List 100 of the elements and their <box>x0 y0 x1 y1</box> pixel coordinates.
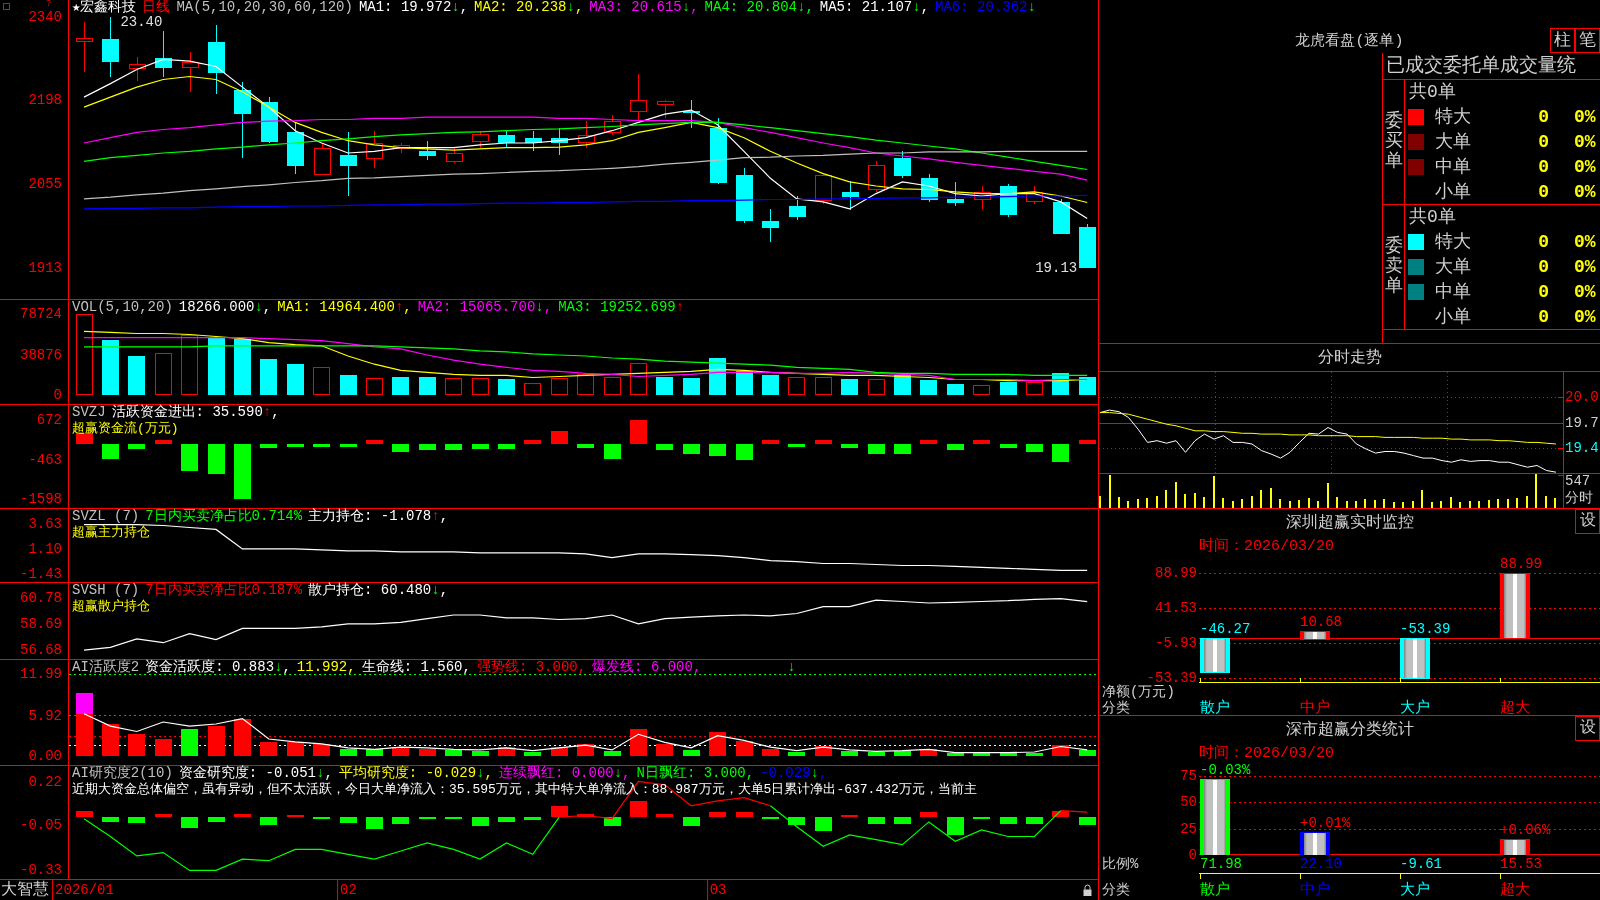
axis-label: -5.93 <box>1155 635 1197 650</box>
indicator-readout: 主力持仓: -1.078↑, <box>308 509 449 523</box>
group-label: 委卖单 <box>1384 237 1403 297</box>
axis-label: -1.43 <box>20 566 62 581</box>
value-label: 15.53 <box>1500 856 1542 872</box>
order-size-label: 大单 <box>1434 131 1471 152</box>
order-count: 0 <box>1538 156 1549 177</box>
date-label: 2026/01 <box>52 880 114 900</box>
timestamp: 时间：2026/03/20 <box>1199 539 1334 555</box>
axis-label: 0.00 <box>28 749 62 764</box>
order-percent: 0% <box>1574 181 1596 202</box>
axis-label: 78724 <box>20 307 62 322</box>
indicator-readout: 平均研究度: -0.029↓, <box>338 766 493 780</box>
indicator-readout: SVZJ <box>72 405 106 419</box>
order-size-label: 中单 <box>1434 281 1471 302</box>
value-label: 88.99 <box>1500 557 1542 571</box>
axis-label: 41.53 <box>1155 600 1197 615</box>
group-label: 委买单 <box>1384 112 1403 172</box>
axis-label: 672 <box>36 413 62 428</box>
axis-label: 88.99 <box>1155 566 1197 580</box>
order-percent: 0% <box>1574 281 1596 302</box>
change-label: +0.01% <box>1300 815 1351 830</box>
order-size-label: 中单 <box>1434 156 1471 177</box>
axis-title: 分时 <box>1565 491 1593 505</box>
indicator-readout: MA(5,10,20,30,60,120) <box>176 0 353 14</box>
indicator-readout: MA2: 20.238↓, <box>474 0 584 14</box>
axis-label: 2340 <box>28 9 62 24</box>
order-size-label: 大单 <box>1434 256 1471 277</box>
axis-label: 5.92 <box>28 708 62 723</box>
order-count: 0 <box>1538 231 1549 252</box>
panel-title: 分时走势 <box>1317 347 1382 368</box>
indicator-readout: VOL(5,10,20) <box>72 300 173 314</box>
price-label: 19.13 <box>1035 260 1078 275</box>
indicator-readout: AI研究度2(10) <box>72 766 173 780</box>
category-label: 超大 <box>1500 699 1530 717</box>
axis-label: 19.7 <box>1565 415 1599 430</box>
category-label: 散户 <box>1200 699 1230 717</box>
value-label: 71.98 <box>1200 856 1242 872</box>
indicator-readout: MA1: 19.972↓, <box>358 0 469 14</box>
axis-label: 0 <box>53 387 62 402</box>
value-label: -9.61 <box>1400 856 1442 872</box>
indicator-readout: MA6: 20.362↓ <box>935 0 1036 14</box>
axis-label: 1913 <box>28 260 62 275</box>
order-percent: 0% <box>1574 156 1596 177</box>
axis-label: 2198 <box>28 93 62 108</box>
axis-label: 11.99 <box>20 667 62 682</box>
indicator-readout: 爆发线: 6.000, <box>592 660 702 674</box>
order-percent: 0% <box>1574 256 1596 277</box>
axis-title: 分类 <box>1102 699 1130 716</box>
axis-label: 56.68 <box>20 643 62 658</box>
indicator-caption: 超赢主力持仓 <box>72 526 150 540</box>
order-count: 0 <box>1538 181 1549 202</box>
axis-title: 比例% <box>1102 856 1139 872</box>
axis-label: -0.05 <box>20 818 62 833</box>
indicator-readout: 生命线: 1.560, <box>361 660 471 674</box>
category-label: 中户 <box>1300 881 1330 899</box>
order-size-label: 特大 <box>1434 231 1471 252</box>
axis-label: 19.4 <box>1565 441 1599 456</box>
help-mark: ? <box>46 0 52 9</box>
brand-label: 大智慧 <box>1 881 49 899</box>
axis-label: 25 <box>1180 821 1197 836</box>
axis-label: 1.10 <box>28 541 62 556</box>
axis-label: 2055 <box>28 177 62 192</box>
indicator-readout: MA1: 14964.400↑, <box>277 300 412 314</box>
indicator-readout: SVZL (7) <box>72 509 140 523</box>
order-size-label: 小单 <box>1434 181 1471 202</box>
order-count: 0 <box>1538 256 1549 277</box>
axis-label: -463 <box>28 452 62 467</box>
value-label: -46.27 <box>1200 622 1251 637</box>
order-percent: 0% <box>1574 306 1596 327</box>
axis-label: 20.0 <box>1565 389 1599 404</box>
order-count: 0 <box>1538 106 1549 127</box>
category-label: 散户 <box>1200 881 1230 899</box>
indicator-readout: MA5: 21.107↓, <box>819 0 930 14</box>
change-label: -0.03% <box>1200 763 1251 778</box>
axis-label: 60.78 <box>20 590 62 605</box>
table-title: 已成交委托单成交量统 <box>1386 55 1576 77</box>
axis-label: 3.63 <box>28 517 62 532</box>
date-label: 02 <box>337 880 357 900</box>
axis-label: 38876 <box>20 348 62 363</box>
axis-label: 0.22 <box>28 774 62 789</box>
axis-label: -53.39 <box>1146 670 1197 685</box>
indicator-readout: 7日内买卖净占比0.187% <box>145 583 303 597</box>
axis-label: -1598 <box>20 491 62 506</box>
indicator-readout: 18266.000↓, <box>178 300 272 314</box>
axis-label: 58.69 <box>20 617 62 632</box>
order-size-label: 小单 <box>1434 306 1471 327</box>
panel-title: 龙虎看盘(逐单) <box>1295 31 1404 50</box>
value-label: -53.39 <box>1400 622 1451 637</box>
timestamp: 时间：2026/03/20 <box>1199 746 1334 762</box>
order-percent: 0% <box>1574 131 1596 152</box>
category-label: 大户 <box>1400 881 1430 899</box>
indicator-readout: 资金活跃度: 0.883↓, <box>145 660 291 674</box>
category-label: 大户 <box>1400 699 1430 717</box>
indicator-readout: MA4: 20.804↓, <box>704 0 814 14</box>
indicator-readout: SVSH (7) <box>72 583 140 597</box>
indicator-readout: AI活跃度2 <box>72 660 140 674</box>
date-label: 03 <box>706 880 727 900</box>
order-size-label: 特大 <box>1434 106 1471 127</box>
axis-label: -0.33 <box>20 863 62 878</box>
